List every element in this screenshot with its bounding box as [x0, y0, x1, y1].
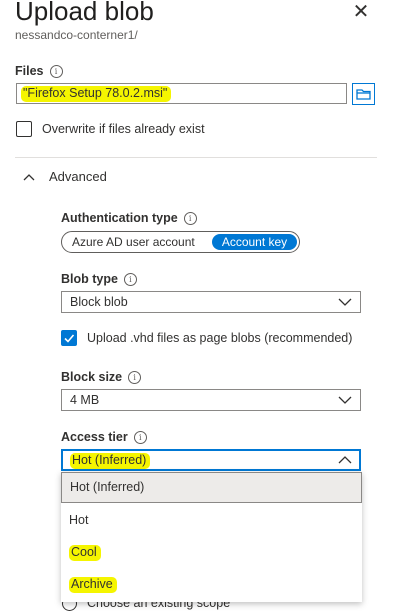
info-icon[interactable]: i [128, 371, 142, 384]
access-tier-option-hot-inferred[interactable]: Hot (Inferred) [61, 472, 362, 503]
access-tier-option-cool[interactable]: Cool [61, 537, 362, 568]
browse-files-button[interactable] [352, 83, 375, 105]
files-input[interactable]: "Firefox Setup 78.0.2.msi" [16, 83, 347, 104]
info-icon[interactable]: i [133, 431, 147, 444]
vhd-label: Upload .vhd files as page blobs (recomme… [87, 331, 353, 345]
block-size-value: 4 MB [70, 393, 100, 407]
folder-icon [356, 89, 371, 100]
access-tier-label-text: Access tier [61, 430, 128, 444]
auth-option-account-key[interactable]: Account key [212, 234, 297, 250]
auth-type-toggle[interactable]: Azure AD user account Account key [61, 231, 300, 253]
access-tier-select[interactable]: Hot (Inferred) [61, 449, 361, 471]
close-icon[interactable]: ✕ [351, 2, 371, 22]
option-label: Cool [69, 545, 101, 561]
option-label: Archive [69, 577, 117, 593]
option-label: Hot (Inferred) [70, 480, 145, 494]
overwrite-label: Overwrite if files already exist [42, 122, 205, 136]
auth-label: Authentication type i [61, 211, 197, 225]
advanced-toggle[interactable] [22, 167, 36, 187]
panel-title: Upload blob [15, 0, 154, 26]
access-tier-value: Hot (Inferred) [70, 453, 151, 469]
checkmark-icon [64, 334, 75, 343]
block-size-select[interactable]: 4 MB [61, 389, 361, 411]
chevron-up-icon [338, 456, 352, 464]
chevron-down-icon [338, 298, 352, 306]
blob-type-select[interactable]: Block blob [61, 291, 361, 313]
auth-label-text: Authentication type [61, 211, 178, 225]
blob-type-value: Block blob [70, 295, 128, 309]
advanced-label: Advanced [49, 169, 107, 184]
vhd-checkbox[interactable] [61, 330, 77, 346]
info-icon[interactable]: i [123, 273, 137, 286]
files-label-text: Files [15, 64, 44, 78]
divider [15, 157, 377, 158]
block-size-label: Block size i [61, 370, 142, 384]
access-tier-option-hot[interactable]: Hot [61, 505, 362, 536]
option-label: Hot [69, 513, 89, 527]
panel-subtitle: nessandco-conterner1/ [15, 28, 138, 42]
chevron-down-icon [338, 396, 352, 404]
auth-option-azure-ad[interactable]: Azure AD user account [72, 234, 195, 250]
info-icon[interactable]: i [183, 212, 197, 225]
files-input-value: "Firefox Setup 78.0.2.msi" [21, 86, 172, 102]
blob-type-label-text: Blob type [61, 272, 118, 286]
block-size-label-text: Block size [61, 370, 123, 384]
chevron-up-icon [23, 174, 35, 181]
info-icon[interactable]: i [49, 65, 63, 78]
access-tier-dropdown: Hot (Inferred) Hot Cool Archive [61, 472, 362, 602]
access-tier-label: Access tier i [61, 430, 147, 444]
overwrite-checkbox[interactable] [16, 121, 32, 137]
files-label: Files i [15, 64, 63, 78]
blob-type-label: Blob type i [61, 272, 137, 286]
access-tier-option-archive[interactable]: Archive [61, 569, 362, 600]
